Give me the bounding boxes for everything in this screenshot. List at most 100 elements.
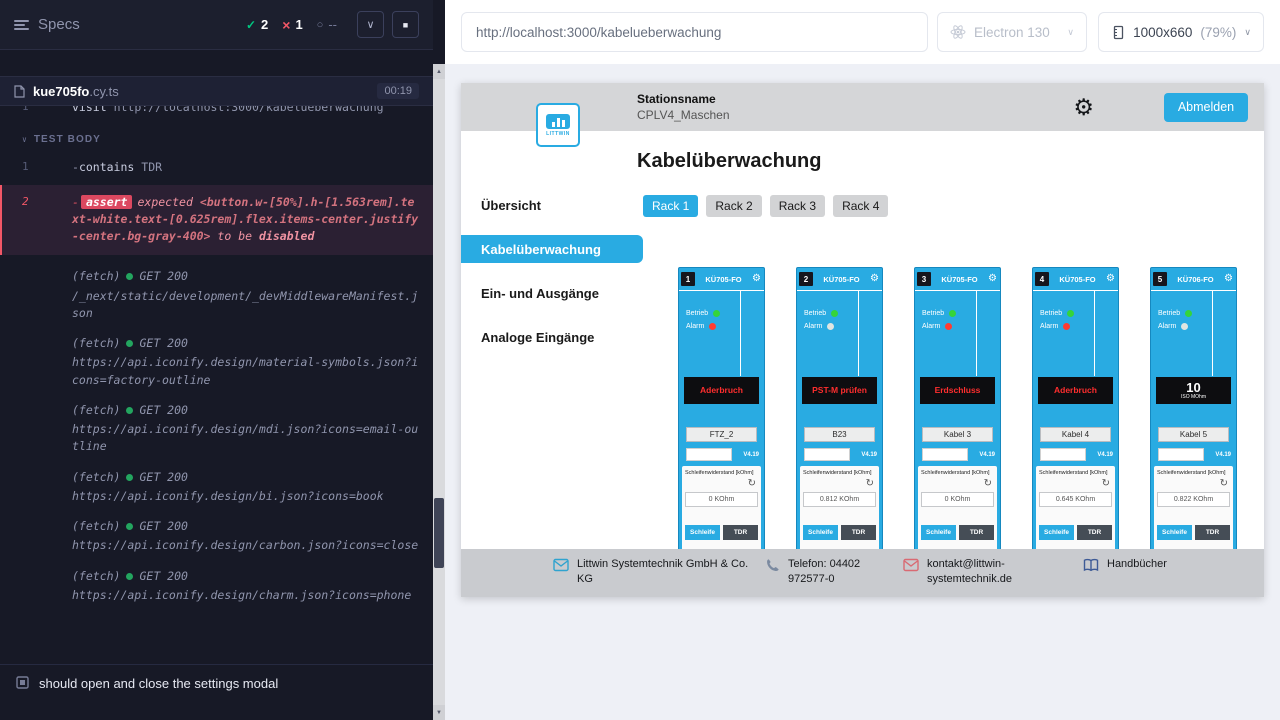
card-number-badge: 5 <box>1153 272 1167 286</box>
littwin-logo-mark <box>546 114 570 129</box>
rack-tab[interactable]: Rack 3 <box>770 195 825 217</box>
rack-tab[interactable]: Rack 2 <box>706 195 761 217</box>
tdr-button[interactable]: TDR <box>841 525 876 540</box>
run-stats: ✓ 2 × 1 ○ -- ∨ ■ <box>246 11 419 38</box>
card-gear-icon[interactable]: ⚙ <box>752 274 761 284</box>
tdr-button[interactable]: TDR <box>959 525 994 540</box>
fetch-status: GET 200 <box>139 335 187 352</box>
cable-name-field[interactable]: B23 <box>804 427 875 442</box>
card-gear-icon[interactable]: ⚙ <box>1224 274 1233 284</box>
betrieb-led <box>1185 310 1192 317</box>
cable-name-field[interactable]: Kabel 3 <box>922 427 993 442</box>
cable-name-field[interactable]: FTZ_2 <box>686 427 757 442</box>
page-title: Kabelüberwachung <box>637 150 1264 173</box>
status-text: PST-M prüfen <box>812 386 867 395</box>
firmware-box <box>922 448 968 461</box>
fetch-url: /_next/static/development/_devMiddleware… <box>72 288 419 323</box>
card-gear-icon[interactable]: ⚙ <box>1106 274 1115 284</box>
card-title: KÜ705-FO <box>695 275 752 284</box>
device-card: 4 KÜ705-FO ⚙ Betrieb Alarm <box>1032 267 1119 549</box>
tdr-button[interactable]: TDR <box>1077 525 1112 540</box>
rack-tab[interactable]: Rack 4 <box>833 195 888 217</box>
stat-passed: ✓ 2 <box>246 17 268 32</box>
refresh-icon[interactable]: ↻ <box>984 479 992 489</box>
browser-select[interactable]: Electron 130 ∨ <box>937 12 1087 52</box>
device-cards: 1 KÜ705-FO ⚙ Betrieb Alarm <box>678 267 1264 549</box>
nav-item[interactable]: Kabelüberwachung <box>461 235 643 263</box>
schleife-button[interactable]: Schleife <box>921 525 956 540</box>
scrollbar-track[interactable]: ▲ ▼ <box>433 64 445 720</box>
cable-name-field[interactable]: Kabel 4 <box>1040 427 1111 442</box>
scrollbar-thumb[interactable] <box>434 498 444 568</box>
scroll-up-button[interactable]: ▲ <box>433 64 445 79</box>
logo-bar <box>557 118 560 127</box>
fetch-log-row[interactable]: (fetch) GET 200 https://api.iconify.desi… <box>0 335 433 389</box>
schleife-button[interactable]: Schleife <box>1157 525 1192 540</box>
tdr-button[interactable]: TDR <box>1195 525 1230 540</box>
viewport-select[interactable]: 1000x660 (79%) ∨ <box>1098 12 1264 52</box>
fetch-log-row[interactable]: (fetch) GET 200 /_next/static/developmen… <box>0 268 433 322</box>
station-label: Stationsname <box>637 92 730 106</box>
card-title: KÜ705-FO <box>1049 275 1106 284</box>
test-body-section-toggle[interactable]: ∨ TEST BODY <box>0 132 433 147</box>
nav-item[interactable]: Übersicht <box>461 191 637 219</box>
url-input[interactable] <box>461 12 928 52</box>
card-gear-icon[interactable]: ⚙ <box>988 274 997 284</box>
refresh-icon[interactable]: ↻ <box>1102 479 1110 489</box>
cable-name-field[interactable]: Kabel 5 <box>1158 427 1229 442</box>
rack-tab[interactable]: Rack 1 <box>643 195 698 217</box>
line-number: 1 <box>22 106 29 116</box>
settings-gear-icon[interactable]: ⚙ <box>1073 96 1094 119</box>
footer-company: Littwin Systemtechnik GmbH & Co. KG <box>553 557 765 587</box>
status-ok-dot-icon <box>126 474 133 481</box>
contains-command-row[interactable]: 1-contains TDR <box>0 159 433 176</box>
collapse-all-button[interactable]: ∨ <box>357 11 384 38</box>
schleife-button[interactable]: Schleife <box>1039 525 1074 540</box>
footer-phone[interactable]: Telefon: 04402 972577-0 <box>765 557 903 587</box>
resistance-panel: Schleifenwiderstand [kOhm] ↻ 0 KOhm Schl… <box>918 466 997 549</box>
alarm-label: Alarm <box>922 323 940 330</box>
failed-assert-row[interactable]: 2-assertexpected <button.w-[50%].h-[1.56… <box>0 185 433 256</box>
card-gear-icon[interactable]: ⚙ <box>870 274 879 284</box>
version-row: V4.19 <box>1040 448 1113 461</box>
device-card: 1 KÜ705-FO ⚙ Betrieb Alarm <box>678 267 765 549</box>
fetch-log-row[interactable]: (fetch) GET 200 https://api.iconify.desi… <box>0 469 433 506</box>
betrieb-led <box>949 310 956 317</box>
refresh-icon[interactable]: ↻ <box>866 479 874 489</box>
app-under-test: LITTWIN Stationsname CPLV4_Maschen ⚙ Abm… <box>461 83 1264 597</box>
spec-file-header[interactable]: kue705fo.cy.ts 00:19 <box>0 76 433 106</box>
refresh-icon[interactable]: ↻ <box>748 479 756 489</box>
reporter-header: Specs ✓ 2 × 1 ○ -- ∨ ■ <box>0 0 433 50</box>
nav-item[interactable]: Ein- und Ausgänge <box>461 279 637 307</box>
collapsed-test-icon <box>16 676 29 689</box>
email-address: kontakt@littwin-systemtechnik.de <box>927 557 1047 587</box>
fetch-url: https://api.iconify.design/mdi.json?icon… <box>72 421 419 456</box>
fetch-log-row[interactable]: (fetch) GET 200 https://api.iconify.desi… <box>0 402 433 456</box>
logout-button[interactable]: Abmelden <box>1164 93 1248 122</box>
scrollbar-inner[interactable] <box>433 79 445 705</box>
status-text: Aderbruch <box>700 386 743 395</box>
assert-expected: expected <box>137 195 192 209</box>
schleife-button[interactable]: Schleife <box>803 525 838 540</box>
next-test-row[interactable]: should open and close the settings modal <box>0 664 433 720</box>
refresh-icon[interactable]: ↻ <box>1220 479 1228 489</box>
visit-command-row[interactable]: 1 visit http://localhost:3000/kabelueber… <box>0 106 433 116</box>
fetch-log-row[interactable]: (fetch) GET 200 https://api.iconify.desi… <box>0 518 433 555</box>
footer-email[interactable]: kontakt@littwin-systemtechnik.de <box>903 557 1083 587</box>
nav-item[interactable]: Analoge Eingänge <box>461 323 637 351</box>
card-header: 2 KÜ705-FO ⚙ <box>797 268 882 291</box>
fetch-log-row[interactable]: (fetch) GET 200 https://api.iconify.desi… <box>0 568 433 605</box>
stop-run-button[interactable]: ■ <box>392 11 419 38</box>
card-title: KÜ705-FO <box>813 275 870 284</box>
fetch-head: (fetch) GET 200 <box>72 469 419 486</box>
tdr-button[interactable]: TDR <box>723 525 758 540</box>
footer-manuals[interactable]: Handbücher <box>1083 557 1167 572</box>
check-icon: ✓ <box>246 18 256 32</box>
version-row: V4.19 <box>686 448 759 461</box>
scroll-down-button[interactable]: ▼ <box>433 705 445 720</box>
status-unit: ISO MOhm <box>1181 395 1206 400</box>
schleife-button[interactable]: Schleife <box>685 525 720 540</box>
specs-menu-button[interactable]: Specs <box>14 16 80 33</box>
card-header: 4 KÜ705-FO ⚙ <box>1033 268 1118 291</box>
status-text: Aderbruch <box>1054 386 1097 395</box>
